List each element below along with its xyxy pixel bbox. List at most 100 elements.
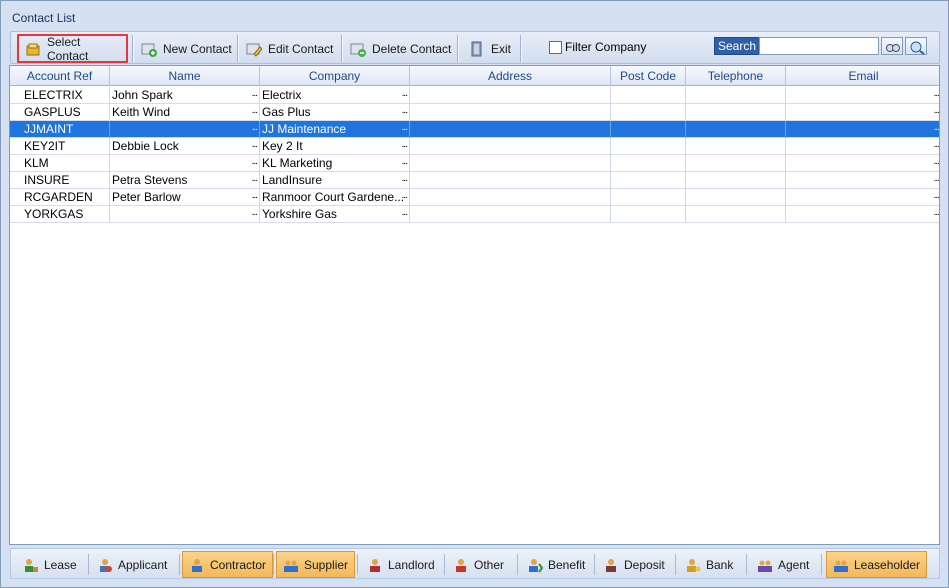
cell-account-ref[interactable]: KLM [10, 155, 110, 172]
cell-telephone[interactable] [686, 104, 786, 121]
tab-deposit[interactable]: Deposit [597, 551, 671, 578]
delete-contact-button[interactable]: Delete Contact [344, 34, 457, 63]
table-row[interactable]: RCGARDEN Peter Barlow... Ranmoor Court Gar… [10, 189, 939, 206]
cell-post-code[interactable] [611, 138, 686, 155]
cell-telephone[interactable] [686, 155, 786, 172]
table-row[interactable]: GASPLUS Keith Wind... Gas Plus...... [10, 104, 939, 121]
new-contact-button[interactable]: New Contact [135, 34, 238, 63]
ellipsis-button[interactable]: ... [934, 206, 939, 221]
ellipsis-button[interactable]: ... [252, 206, 258, 221]
cell-name[interactable]: ... [110, 155, 260, 172]
tab-lease[interactable]: Lease [17, 551, 83, 578]
ellipsis-button[interactable]: ... [252, 138, 258, 153]
ellipsis-button[interactable]: ... [252, 87, 258, 102]
tab-applicant[interactable]: Applicant [91, 551, 173, 578]
cell-email[interactable]: ... [786, 206, 939, 223]
ellipsis-button[interactable]: ... [252, 121, 258, 136]
cell-telephone[interactable] [686, 206, 786, 223]
cell-account-ref[interactable]: GASPLUS [10, 104, 110, 121]
table-row[interactable]: YORKGAS... Yorkshire Gas...... [10, 206, 939, 223]
table-row[interactable]: ELECTRIX John Spark... Electrix...... [10, 87, 939, 104]
tab-supplier[interactable]: Supplier [276, 551, 356, 578]
table-row[interactable]: JJMAINT... JJ Maintenance...... [10, 121, 939, 138]
ellipsis-button[interactable]: ... [402, 121, 408, 136]
cell-company[interactable]: Electrix... [260, 87, 410, 104]
cell-address[interactable] [410, 155, 611, 172]
cell-post-code[interactable] [611, 189, 686, 206]
ellipsis-button[interactable]: ... [402, 189, 408, 204]
cell-email[interactable]: ... [786, 155, 939, 172]
cell-name[interactable]: Peter Barlow... [110, 189, 260, 206]
cell-email[interactable]: ... [786, 87, 939, 104]
cell-email[interactable]: ... [786, 138, 939, 155]
cell-email[interactable]: ... [786, 104, 939, 121]
cell-company[interactable]: LandInsure... [260, 172, 410, 189]
cell-telephone[interactable] [686, 172, 786, 189]
ellipsis-button[interactable]: ... [252, 104, 258, 119]
ellipsis-button[interactable]: ... [402, 206, 408, 221]
cell-name[interactable]: Debbie Lock... [110, 138, 260, 155]
tab-contractor[interactable]: Contractor [182, 551, 274, 578]
ellipsis-button[interactable]: ... [402, 172, 408, 187]
cell-address[interactable] [410, 87, 611, 104]
cell-company[interactable]: Yorkshire Gas... [260, 206, 410, 223]
cell-telephone[interactable] [686, 121, 786, 138]
tab-benefit[interactable]: Benefit [521, 551, 591, 578]
cell-company[interactable]: JJ Maintenance... [260, 121, 410, 138]
table-row[interactable]: KEY2IT Debbie Lock... Key 2 It...... [10, 138, 939, 155]
select-contact-button[interactable]: Select Contact [17, 34, 128, 63]
tab-landlord[interactable]: Landlord [361, 551, 441, 578]
table-row[interactable]: INSURE Petra Stevens... LandInsure...... [10, 172, 939, 189]
cell-account-ref[interactable]: INSURE [10, 172, 110, 189]
cell-company[interactable]: Gas Plus... [260, 104, 410, 121]
cell-address[interactable] [410, 206, 611, 223]
ellipsis-button[interactable]: ... [934, 138, 939, 153]
ellipsis-button[interactable]: ... [934, 121, 939, 136]
ellipsis-button[interactable]: ... [402, 87, 408, 102]
ellipsis-button[interactable]: ... [402, 138, 408, 153]
cell-telephone[interactable] [686, 138, 786, 155]
tab-other[interactable]: Other [447, 551, 510, 578]
ellipsis-button[interactable]: ... [934, 172, 939, 187]
cell-account-ref[interactable]: JJMAINT [10, 121, 110, 138]
cell-account-ref[interactable]: KEY2IT [10, 138, 110, 155]
search-clear-button[interactable] [905, 37, 927, 55]
ellipsis-button[interactable]: ... [934, 189, 939, 204]
cell-address[interactable] [410, 138, 611, 155]
cell-email[interactable]: ... [786, 121, 939, 138]
ellipsis-button[interactable]: ... [934, 104, 939, 119]
table-row[interactable]: KLM... KL Marketing...... [10, 155, 939, 172]
cell-telephone[interactable] [686, 189, 786, 206]
tab-bank[interactable]: Bank [679, 551, 739, 578]
cell-account-ref[interactable]: YORKGAS [10, 206, 110, 223]
column-header-address[interactable]: Address [410, 66, 611, 86]
cell-email[interactable]: ... [786, 172, 939, 189]
search-go-button[interactable] [881, 37, 903, 55]
ellipsis-button[interactable]: ... [402, 104, 408, 119]
column-header-name[interactable]: Name [110, 66, 260, 86]
cell-address[interactable] [410, 121, 611, 138]
ellipsis-button[interactable]: ... [934, 155, 939, 170]
ellipsis-button[interactable]: ... [252, 189, 258, 204]
tab-agent[interactable]: Agent [751, 551, 815, 578]
column-header-telephone[interactable]: Telephone [686, 66, 786, 86]
tab-leaseholder[interactable]: Leaseholder [826, 551, 928, 578]
cell-email[interactable]: ... [786, 189, 939, 206]
cell-name[interactable]: ... [110, 121, 260, 138]
column-header-company[interactable]: Company [260, 66, 410, 86]
edit-contact-button[interactable]: Edit Contact [240, 34, 339, 63]
column-header-email[interactable]: Email [786, 66, 939, 86]
cell-address[interactable] [410, 172, 611, 189]
cell-address[interactable] [410, 189, 611, 206]
search-input[interactable] [759, 37, 879, 55]
column-header-account-ref[interactable]: Account Ref [10, 66, 110, 86]
cell-name[interactable]: Petra Stevens... [110, 172, 260, 189]
ellipsis-button[interactable]: ... [402, 155, 408, 170]
cell-post-code[interactable] [611, 87, 686, 104]
column-header-post-code[interactable]: Post Code [611, 66, 686, 86]
cell-post-code[interactable] [611, 155, 686, 172]
cell-post-code[interactable] [611, 104, 686, 121]
filter-company-checkbox-box[interactable] [549, 40, 562, 54]
cell-telephone[interactable] [686, 87, 786, 104]
cell-account-ref[interactable]: RCGARDEN [10, 189, 110, 206]
